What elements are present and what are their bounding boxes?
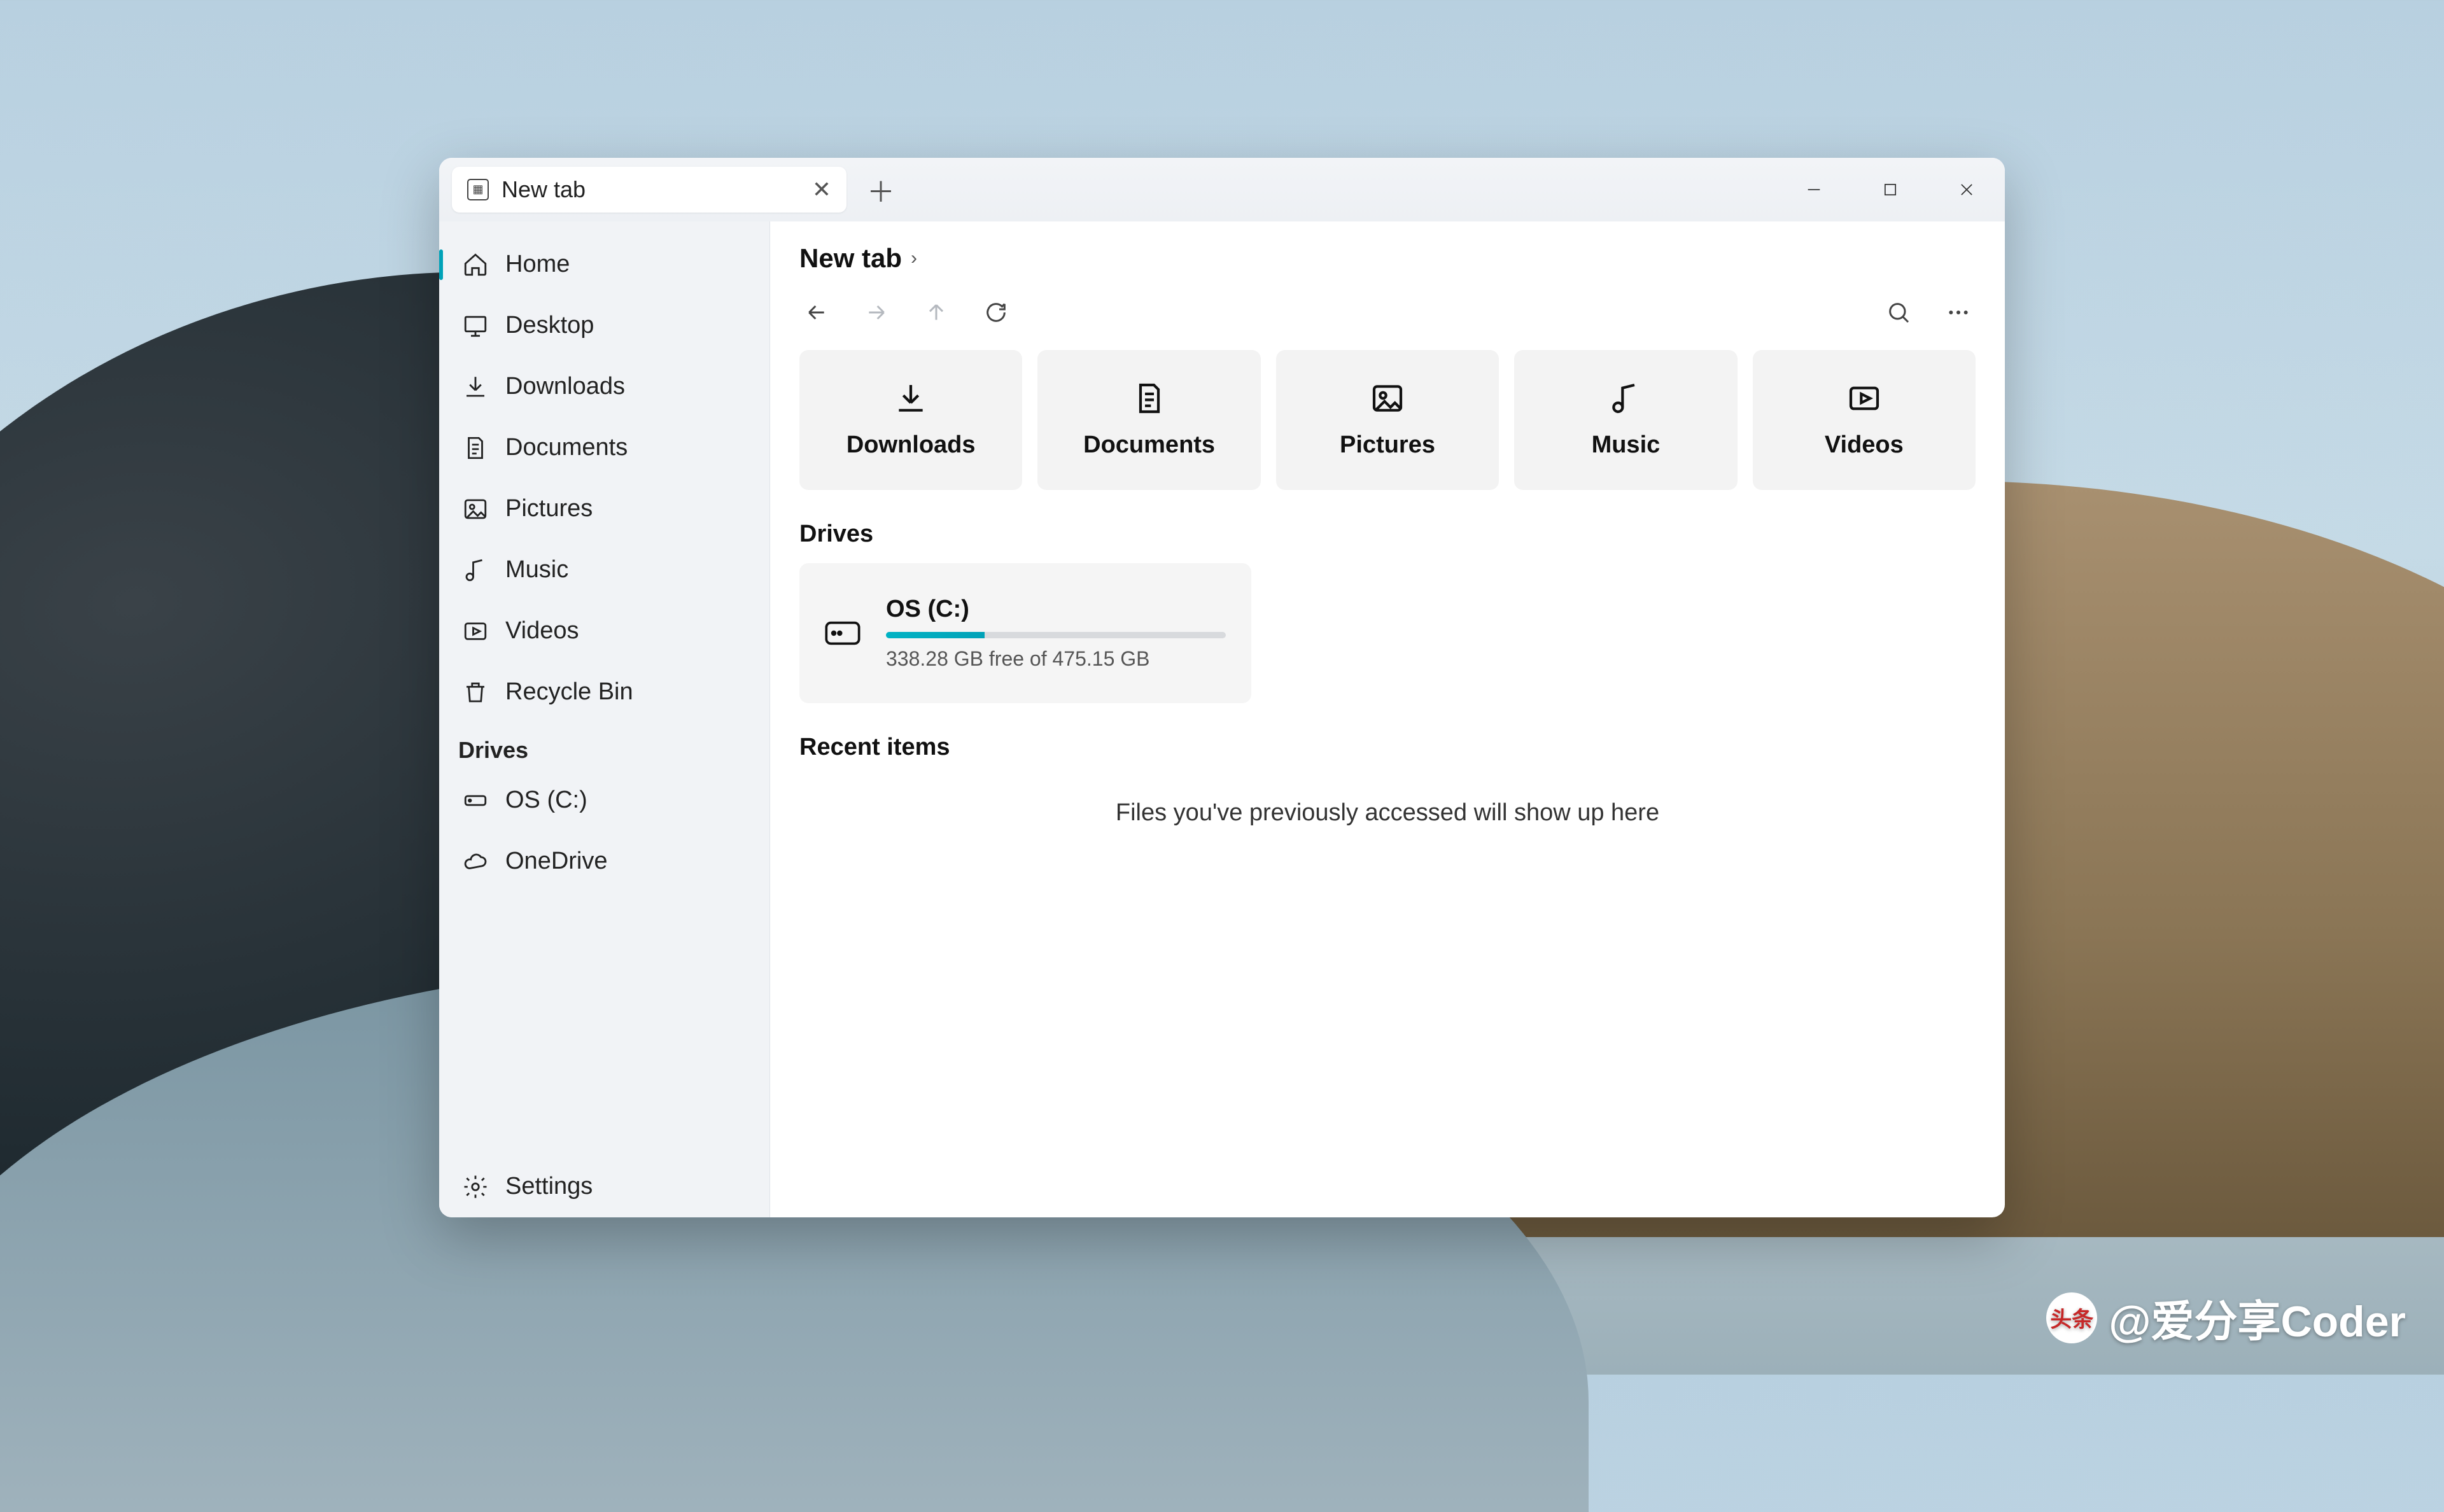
sidebar-item-label: Home — [505, 251, 570, 278]
sidebar-item-label: Videos — [505, 617, 579, 645]
sidebar-drive-os-c[interactable]: OS (C:) — [439, 770, 769, 831]
drive-usage-bar — [886, 632, 1226, 638]
new-tab-button[interactable]: ＋ — [858, 167, 904, 213]
sidebar-item-label: Music — [505, 556, 568, 584]
tab-icon: ▦ — [467, 179, 489, 200]
sidebar-item-label: Recycle Bin — [505, 678, 633, 706]
file-explorer-window: ▦ New tab ✕ ＋ Home Desktop — [439, 158, 2005, 1217]
video-icon — [462, 618, 489, 645]
window-controls — [1776, 158, 2005, 221]
sidebar: Home Desktop Downloads Documents Picture… — [439, 221, 770, 1217]
quick-card-label: Downloads — [846, 431, 976, 459]
quick-card-downloads[interactable]: Downloads — [799, 350, 1022, 490]
sidebar-item-documents[interactable]: Documents — [439, 417, 769, 479]
drive-icon — [462, 787, 489, 814]
document-icon — [462, 435, 489, 461]
quick-card-label: Music — [1592, 431, 1661, 459]
watermark-logo: 头条 — [2046, 1292, 2097, 1343]
sidebar-item-pictures[interactable]: Pictures — [439, 479, 769, 540]
sidebar-item-label: Pictures — [505, 495, 593, 522]
main-content: New tab › Downloads Documents — [770, 221, 2005, 1217]
drive-free-text: 338.28 GB free of 475.15 GB — [886, 647, 1226, 671]
titlebar: ▦ New tab ✕ ＋ — [439, 158, 2005, 221]
sidebar-item-home[interactable]: Home — [439, 234, 769, 295]
desktop-icon — [462, 312, 489, 339]
refresh-button[interactable] — [979, 295, 1013, 330]
video-icon — [1846, 381, 1882, 416]
sidebar-item-label: Desktop — [505, 312, 594, 339]
quick-card-pictures[interactable]: Pictures — [1276, 350, 1499, 490]
sidebar-item-settings[interactable]: Settings — [439, 1156, 769, 1217]
music-icon — [1608, 381, 1643, 416]
download-icon — [893, 381, 929, 416]
section-drives-title: Drives — [799, 521, 1976, 548]
quick-card-label: Pictures — [1340, 431, 1435, 459]
maximize-button[interactable] — [1852, 158, 1928, 221]
sidebar-item-label: Downloads — [505, 373, 625, 400]
quick-card-label: Documents — [1083, 431, 1215, 459]
tab[interactable]: ▦ New tab ✕ — [452, 167, 846, 213]
download-icon — [462, 374, 489, 400]
picture-icon — [1370, 381, 1405, 416]
quick-card-documents[interactable]: Documents — [1037, 350, 1260, 490]
sidebar-item-desktop[interactable]: Desktop — [439, 295, 769, 356]
more-button[interactable] — [1941, 295, 1976, 330]
watermark: 头条 @爱分享Coder — [2046, 1286, 2406, 1349]
picture-icon — [462, 496, 489, 522]
page-title: New tab — [799, 243, 902, 274]
tab-label: New tab — [502, 176, 799, 203]
sidebar-item-label: Settings — [505, 1173, 593, 1200]
watermark-text: @爱分享Coder — [2109, 1286, 2406, 1349]
nav-forward-button[interactable] — [859, 295, 894, 330]
drive-name: OS (C:) — [886, 596, 1226, 623]
quick-card-label: Videos — [1825, 431, 1904, 459]
gear-icon — [462, 1173, 489, 1200]
nav-up-button[interactable] — [919, 295, 953, 330]
toolbar — [799, 284, 1976, 341]
close-button[interactable] — [1928, 158, 2005, 221]
drive-info: OS (C:) 338.28 GB free of 475.15 GB — [886, 596, 1226, 671]
quick-card-music[interactable]: Music — [1514, 350, 1737, 490]
music-icon — [462, 557, 489, 584]
sidebar-item-label: Documents — [505, 434, 628, 461]
document-icon — [1132, 381, 1167, 416]
cloud-icon — [462, 848, 489, 875]
sidebar-item-downloads[interactable]: Downloads — [439, 356, 769, 417]
sidebar-drives-heading: Drives — [439, 723, 769, 770]
sidebar-item-label: OS (C:) — [505, 787, 587, 814]
sidebar-item-label: OneDrive — [505, 848, 608, 875]
chevron-right-icon: › — [911, 248, 917, 269]
sidebar-item-music[interactable]: Music — [439, 540, 769, 601]
breadcrumb: New tab › — [799, 235, 1976, 281]
home-icon — [462, 251, 489, 278]
minimize-button[interactable] — [1776, 158, 1852, 221]
tab-close-button[interactable]: ✕ — [812, 176, 831, 203]
search-button[interactable] — [1881, 295, 1916, 330]
recent-empty-message: Files you've previously accessed will sh… — [799, 799, 1976, 827]
quick-card-videos[interactable]: Videos — [1753, 350, 1976, 490]
sidebar-item-videos[interactable]: Videos — [439, 601, 769, 662]
sidebar-item-recycle-bin[interactable]: Recycle Bin — [439, 662, 769, 723]
sidebar-drive-onedrive[interactable]: OneDrive — [439, 831, 769, 892]
drive-icon — [825, 620, 860, 646]
drive-card-os-c[interactable]: OS (C:) 338.28 GB free of 475.15 GB — [799, 563, 1251, 703]
trash-icon — [462, 679, 489, 706]
quick-access-row: Downloads Documents Pictures Music Video… — [799, 350, 1976, 490]
section-recent-title: Recent items — [799, 734, 1976, 761]
nav-back-button[interactable] — [799, 295, 834, 330]
